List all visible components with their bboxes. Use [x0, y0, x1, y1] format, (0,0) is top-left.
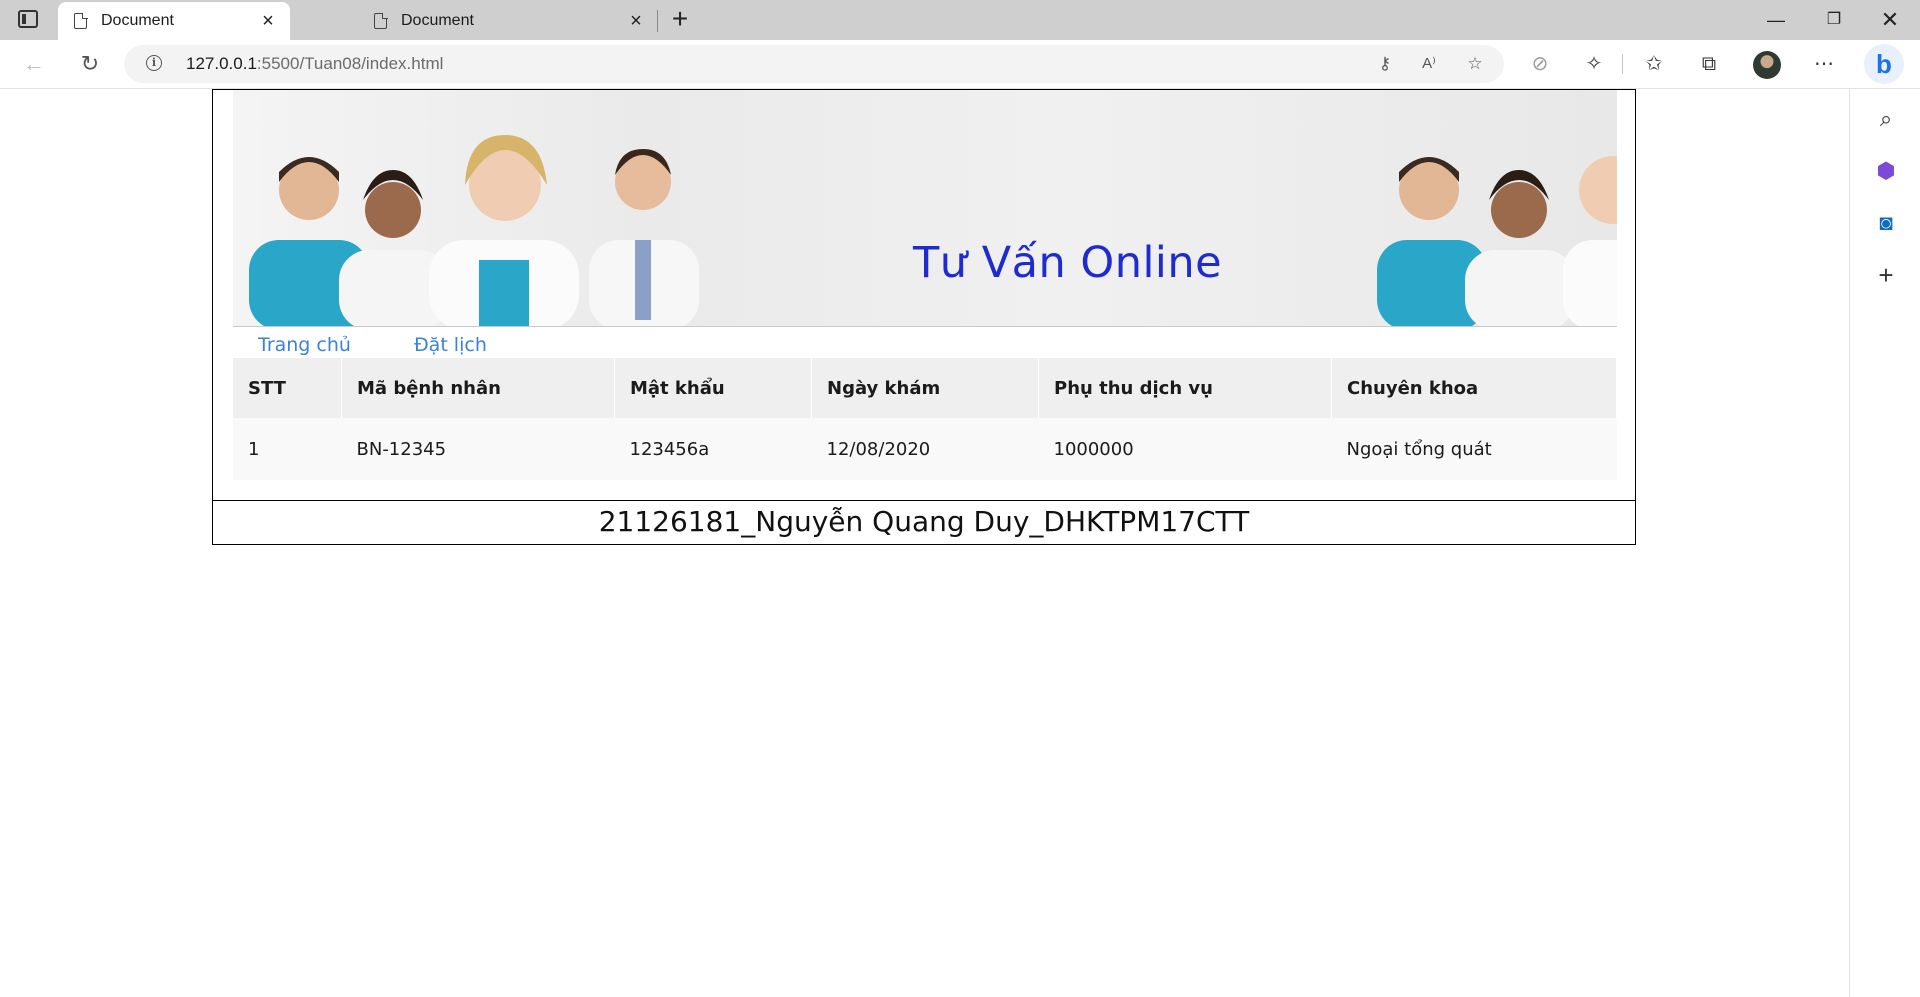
document-icon: [374, 12, 388, 29]
col-patient-id: Mã bệnh nhân: [341, 358, 615, 418]
page-container: Tư Vấn Online Trang chủ Đặt lịch STT Mã …: [212, 89, 1636, 545]
browser-title-bar: Document × Document × + — ❐ ✕: [0, 0, 1920, 40]
browser-toolbar: ← ↻ i 127.0.0.1:5500/Tuan08/index.html ⚷…: [0, 40, 1920, 89]
table-header-row: STT Mã bệnh nhân Mật khẩu Ngày khám Phụ …: [233, 358, 1617, 418]
banner-doctors-image: [249, 135, 1617, 326]
back-icon[interactable]: ←: [20, 50, 48, 78]
page-footer: 21126181_Nguyễn Quang Duy_DHKTPM17CTT: [213, 500, 1635, 545]
compass-icon[interactable]: ⊘: [1526, 50, 1554, 78]
extensions-icon[interactable]: ✧: [1580, 50, 1608, 78]
search-icon[interactable]: ⌕: [1870, 103, 1902, 135]
cell-service-fee: 1000000: [1038, 418, 1332, 480]
close-window-icon[interactable]: ✕: [1862, 0, 1918, 40]
restore-icon[interactable]: ❐: [1806, 0, 1862, 40]
banner-title: Tư Vấn Online: [913, 238, 1223, 288]
cell-stt: 1: [233, 418, 342, 480]
banner: Tư Vấn Online: [233, 90, 1617, 327]
read-aloud-icon[interactable]: A⁾: [1417, 52, 1441, 76]
add-favorite-icon[interactable]: ☆: [1463, 52, 1487, 76]
menu-booking-link[interactable]: Đặt lịch: [414, 330, 487, 360]
col-password: Mật khẩu: [614, 358, 812, 418]
table-row: 1 BN-12345 123456a 12/08/2020 1000000 Ng…: [233, 418, 1617, 480]
col-service-fee: Phụ thu dịch vụ: [1038, 358, 1332, 418]
more-icon[interactable]: ⋯: [1810, 50, 1838, 78]
url-path: :5500/Tuan08/index.html: [256, 54, 444, 73]
outlook-icon[interactable]: ◙: [1870, 207, 1902, 239]
refresh-icon[interactable]: ↻: [76, 50, 104, 78]
tab-document-2[interactable]: Document ×: [358, 2, 658, 40]
content-inner: Tư Vấn Online Trang chủ Đặt lịch STT Mã …: [233, 90, 1617, 500]
add-icon[interactable]: +: [1870, 259, 1902, 291]
tab-title: Document: [101, 12, 174, 29]
tab-actions-icon[interactable]: [18, 10, 38, 28]
tab-document-1[interactable]: Document ×: [58, 2, 290, 40]
browser-sidebar: ⌕ ⬢ ◙ +: [1849, 89, 1920, 997]
key-icon[interactable]: ⚷: [1373, 52, 1397, 76]
url-text[interactable]: 127.0.0.1:5500/Tuan08/index.html: [186, 54, 443, 74]
cell-password: 123456a: [614, 418, 812, 480]
url-host: 127.0.0.1: [186, 54, 257, 73]
tab-title: Document: [401, 12, 474, 29]
cell-patient-id: BN-12345: [341, 418, 615, 480]
minimize-icon[interactable]: —: [1748, 0, 1804, 40]
favorites-icon[interactable]: ✩: [1640, 50, 1668, 78]
col-specialty: Chuyên khoa: [1331, 358, 1617, 418]
toolbar-separator: [1622, 54, 1623, 74]
document-icon: [74, 12, 88, 29]
cell-exam-date: 12/08/2020: [811, 418, 1039, 480]
tab-separator: [657, 10, 658, 32]
info-icon[interactable]: i: [146, 55, 162, 71]
copilot-icon[interactable]: ⬢: [1870, 155, 1902, 187]
collections-icon[interactable]: ⧉: [1695, 50, 1723, 78]
cell-specialty: Ngoại tổng quát: [1331, 418, 1617, 480]
avatar[interactable]: [1753, 51, 1781, 79]
col-stt: STT: [233, 358, 342, 418]
col-exam-date: Ngày khám: [811, 358, 1039, 418]
close-tab-icon[interactable]: ×: [258, 11, 278, 31]
patient-table: STT Mã bệnh nhân Mật khẩu Ngày khám Phụ …: [233, 358, 1617, 480]
bing-icon[interactable]: b: [1864, 44, 1904, 84]
main-menu: Trang chủ Đặt lịch: [233, 330, 525, 360]
address-bar[interactable]: i 127.0.0.1:5500/Tuan08/index.html ⚷ A⁾ …: [124, 45, 1504, 83]
menu-home-link[interactable]: Trang chủ: [258, 330, 351, 360]
close-tab-icon[interactable]: ×: [626, 11, 646, 31]
new-tab-icon[interactable]: +: [666, 5, 694, 34]
